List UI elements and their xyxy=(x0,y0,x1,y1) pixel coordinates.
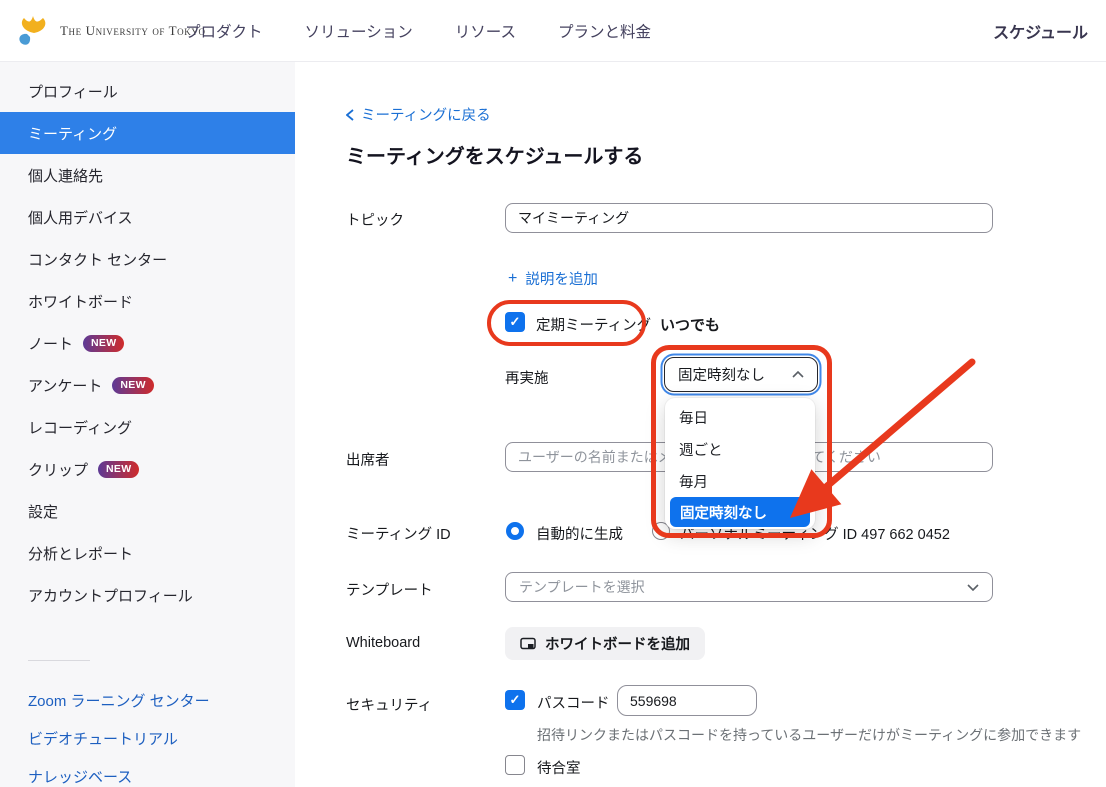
new-badge: NEW xyxy=(83,335,124,352)
passcode-label: パスコード xyxy=(537,692,610,713)
nav-products[interactable]: プロダクト xyxy=(185,20,263,42)
sidebar-item-whiteboard[interactable]: ホワイトボード xyxy=(0,280,295,322)
sidebar-item-account-profile[interactable]: アカウントプロフィール xyxy=(0,574,295,616)
sidebar-item-clips[interactable]: クリップNEW xyxy=(0,448,295,490)
back-to-meetings-link[interactable]: ミーティングに戻る xyxy=(346,104,491,125)
sidebar-item-notes[interactable]: ノートNEW xyxy=(0,322,295,364)
sidebar-item-meetings[interactable]: ミーティング xyxy=(0,112,295,154)
logo-wordmark: The University of Tokyo xyxy=(60,23,206,39)
recurring-meeting-label: 定期ミーティング xyxy=(536,314,651,335)
sidebar-item-personal-devices[interactable]: 個人用デバイス xyxy=(0,196,295,238)
sidebar-footer-links: Zoom ラーニング センター ビデオチュートリアル ナレッジベース xyxy=(0,681,295,787)
add-description-link[interactable]: + 説明を追加 xyxy=(508,268,598,289)
page-title: ミーティングをスケジュールする xyxy=(346,140,643,169)
nav-resources[interactable]: リソース xyxy=(455,20,516,42)
zoom-schedule-page: The University of Tokyo プロダクト ソリューション リソ… xyxy=(0,0,1106,787)
passcode-checkbox[interactable]: ✓ xyxy=(505,690,525,710)
template-select[interactable]: テンプレートを選択 xyxy=(505,572,993,602)
sidebar: プロフィール ミーティング 個人連絡先 個人用デバイス コンタクト センター ホ… xyxy=(0,62,295,787)
meeting-id-auto-label: 自動的に生成 xyxy=(536,523,623,544)
recurrence-dropdown-button[interactable]: 固定時刻なし xyxy=(664,357,818,392)
option-no-fixed-time[interactable]: 固定時刻なし xyxy=(670,497,810,527)
passcode-input[interactable] xyxy=(617,685,757,716)
recurrence-dropdown-menu: 毎日 週ごと 毎月 固定時刻なし xyxy=(665,398,815,529)
link-video-tutorials[interactable]: ビデオチュートリアル xyxy=(0,719,295,757)
topic-input[interactable] xyxy=(505,203,993,233)
option-monthly[interactable]: 毎月 xyxy=(665,465,815,497)
whiteboard-icon xyxy=(520,637,536,651)
waiting-room-checkbox[interactable] xyxy=(505,755,525,775)
template-label: テンプレート xyxy=(346,579,433,600)
sidebar-item-recordings[interactable]: レコーディング xyxy=(0,406,295,448)
chevron-up-icon xyxy=(792,371,804,378)
sidebar-nav-list: プロフィール ミーティング 個人連絡先 個人用デバイス コンタクト センター ホ… xyxy=(0,70,295,616)
link-knowledge-base[interactable]: ナレッジベース xyxy=(0,757,295,787)
chevron-left-icon xyxy=(346,109,354,121)
sidebar-item-profile[interactable]: プロフィール xyxy=(0,70,295,112)
sidebar-item-contact-center[interactable]: コンタクト センター xyxy=(0,238,295,280)
topic-label: トピック xyxy=(346,209,404,230)
nav-plans-pricing[interactable]: プランと料金 xyxy=(558,20,651,42)
nav-solutions[interactable]: ソリューション xyxy=(305,20,413,42)
security-label: セキュリティ xyxy=(346,694,432,715)
chevron-down-icon xyxy=(967,584,979,591)
new-badge: NEW xyxy=(98,461,139,478)
sidebar-divider xyxy=(28,660,90,661)
meeting-id-auto-radio[interactable] xyxy=(506,522,524,540)
link-learning-center[interactable]: Zoom ラーニング センター xyxy=(0,681,295,719)
waiting-room-label: 待合室 xyxy=(537,757,581,778)
university-logo[interactable]: The University of Tokyo xyxy=(16,0,206,62)
add-whiteboard-button[interactable]: ホワイトボードを追加 xyxy=(505,627,705,660)
option-daily[interactable]: 毎日 xyxy=(665,401,815,433)
main-content: ミーティングに戻る ミーティングをスケジュールする トピック + 説明を追加 ✓… xyxy=(295,62,1106,787)
sidebar-item-settings[interactable]: 設定 xyxy=(0,490,295,532)
meeting-id-label: ミーティング ID xyxy=(346,523,451,544)
check-icon: ✓ xyxy=(510,314,521,330)
schedule-link[interactable]: スケジュール xyxy=(993,0,1088,62)
ginkgo-leaf-icon xyxy=(16,14,52,48)
recurring-meeting-checkbox[interactable]: ✓ xyxy=(505,312,525,332)
sidebar-item-personal-contacts[interactable]: 個人連絡先 xyxy=(0,154,295,196)
recurrence-label: 再実施 xyxy=(505,367,549,388)
top-header: The University of Tokyo プロダクト ソリューション リソ… xyxy=(0,0,1106,62)
attendees-label: 出席者 xyxy=(346,449,390,470)
whiteboard-label: Whiteboard xyxy=(346,635,420,651)
check-icon: ✓ xyxy=(510,692,521,708)
sidebar-item-surveys[interactable]: アンケートNEW xyxy=(0,364,295,406)
passcode-help-text: 招待リンクまたはパスコードを持っているユーザーだけがミーティングに参加できます xyxy=(537,725,1081,745)
new-badge: NEW xyxy=(112,377,153,394)
anytime-text: いつでも xyxy=(660,314,720,335)
sidebar-item-reports[interactable]: 分析とレポート xyxy=(0,532,295,574)
top-nav: プロダクト ソリューション リソース プランと料金 xyxy=(185,0,651,62)
plus-icon: + xyxy=(508,270,517,288)
option-weekly[interactable]: 週ごと xyxy=(665,433,815,465)
